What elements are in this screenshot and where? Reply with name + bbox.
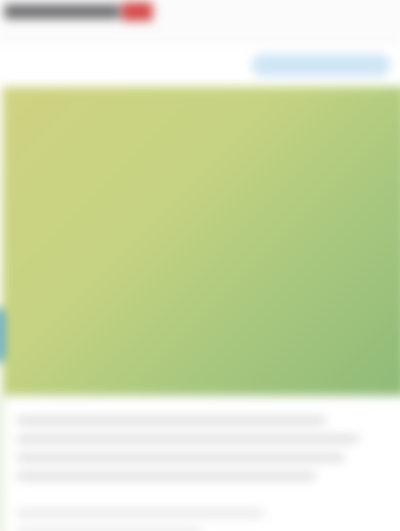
text-line [16, 527, 203, 531]
page [0, 0, 400, 531]
text-line [16, 472, 316, 481]
text-line [16, 453, 345, 462]
text-line [16, 509, 264, 518]
article-text-block [16, 408, 398, 531]
logo-wordmark [4, 4, 120, 19]
left-rail [0, 395, 5, 531]
text-line [16, 416, 326, 425]
site-header [0, 0, 400, 42]
side-feedback-tab[interactable] [0, 306, 5, 364]
logo-accent [121, 2, 153, 21]
site-logo-icon[interactable] [4, 0, 153, 23]
hero-banner[interactable] [2, 86, 400, 396]
text-line [16, 434, 359, 444]
header-divider [0, 41, 400, 43]
cta-button[interactable] [251, 53, 391, 77]
